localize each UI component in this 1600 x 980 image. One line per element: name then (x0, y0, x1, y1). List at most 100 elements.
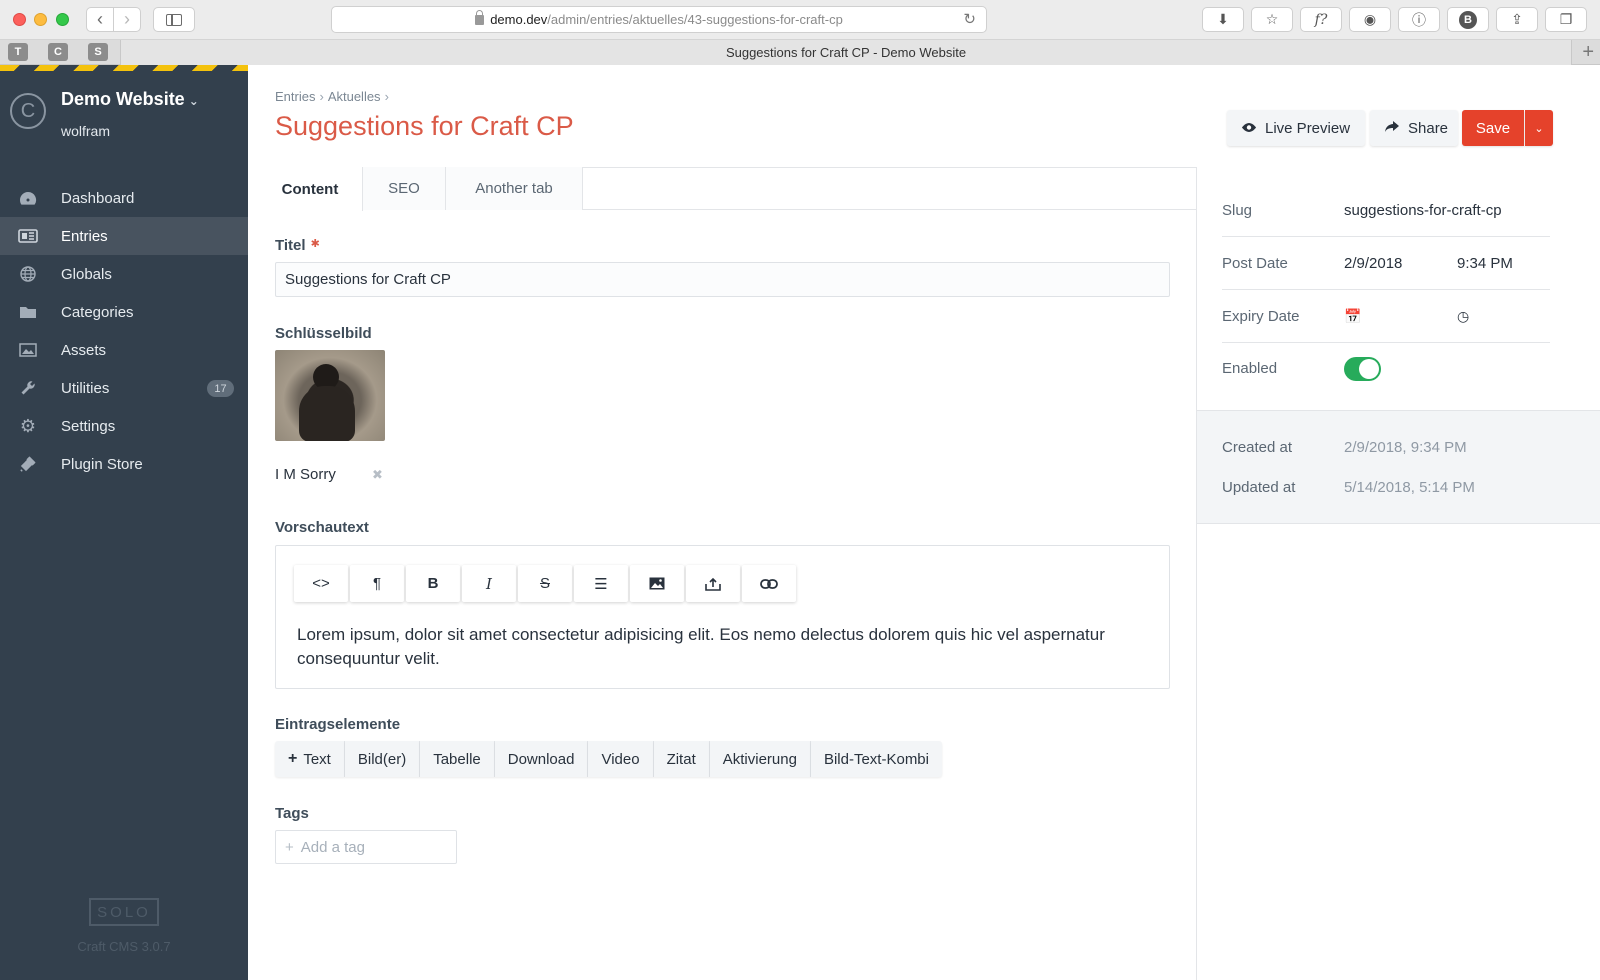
nav-item-settings[interactable]: ⚙ Settings (0, 407, 248, 445)
add-tag-input[interactable]: + Add a tag (275, 830, 457, 864)
password-manager-button[interactable]: ⓘ (1398, 7, 1440, 32)
add-table-block-button[interactable]: Tabelle (420, 741, 495, 777)
post-date-input[interactable]: 2/9/2018 (1344, 255, 1402, 272)
close-window-button[interactable] (13, 13, 26, 26)
extension-b-button[interactable]: B (1447, 7, 1489, 32)
extension-capture-button[interactable]: ◉ (1349, 7, 1391, 32)
live-preview-label: Live Preview (1265, 119, 1351, 137)
breadcrumb-entries[interactable]: Entries (275, 89, 315, 104)
breadcrumb-separator: › (319, 89, 324, 104)
updated-label: Updated at (1222, 479, 1296, 496)
required-indicator: ✱ (310, 238, 320, 250)
nav-item-dashboard[interactable]: Dashboard (0, 179, 248, 217)
add-text-block-button[interactable]: + Text (275, 741, 345, 777)
live-preview-button[interactable]: Live Preview (1227, 110, 1365, 146)
folder-icon (18, 303, 38, 321)
add-download-block-button[interactable]: Download (494, 741, 589, 777)
bookmark-button[interactable]: ☆ (1251, 7, 1293, 32)
tab-content[interactable]: Content (248, 167, 363, 211)
user-menu[interactable]: wolfram (61, 123, 110, 139)
zoom-window-button[interactable] (56, 13, 69, 26)
nav-item-categories[interactable]: Categories (0, 293, 248, 331)
extension-c-button[interactable]: C (48, 43, 68, 61)
content-tabs: Content SEO Another tab (248, 167, 1196, 211)
share-button[interactable]: Share (1370, 110, 1458, 146)
rich-text-editor: <> ¶ B I S ☰ Lorem ipsum, dolor sit amet… (275, 545, 1170, 689)
entries-icon (18, 227, 38, 245)
nav-item-assets[interactable]: Assets (0, 331, 248, 369)
link-icon[interactable] (742, 565, 796, 602)
enabled-toggle[interactable] (1344, 357, 1381, 381)
italic-icon[interactable]: I (462, 565, 516, 602)
tabs-overview-button[interactable]: ❐ (1545, 7, 1587, 32)
list-icon[interactable]: ☰ (574, 565, 628, 602)
bold-icon[interactable]: B (406, 565, 460, 602)
editor-body[interactable]: Lorem ipsum, dolor sit amet consectetur … (297, 623, 1157, 671)
url-path: /admin/entries/aktuelles/43-suggestions-… (547, 12, 843, 27)
nav-label: Entries (61, 227, 108, 245)
extension-t-button[interactable]: T (8, 43, 28, 61)
asset-thumbnail[interactable] (275, 350, 385, 441)
nav-item-utilities[interactable]: Utilities 17 (0, 369, 248, 407)
extension-s-button[interactable]: S (88, 43, 108, 61)
editor-toolbar: <> ¶ B I S ☰ (294, 565, 796, 602)
add-activation-block-button[interactable]: Aktivierung (709, 741, 811, 777)
new-tab-icon[interactable]: + (1582, 41, 1594, 64)
field-label-image: Schlüsselbild (275, 325, 372, 342)
save-options-button[interactable]: ⌄ (1525, 110, 1553, 146)
entry-timestamps: Created at 2/9/2018, 9:34 PM Updated at … (1197, 410, 1600, 524)
breadcrumb: Entries › Aktuelles › (275, 89, 393, 104)
upload-icon[interactable] (686, 565, 740, 602)
nav-item-globals[interactable]: Globals (0, 255, 248, 293)
remove-icon[interactable]: ✖ (372, 467, 383, 483)
add-images-block-button[interactable]: Bild(er) (344, 741, 421, 777)
add-quote-block-button[interactable]: Zitat (653, 741, 710, 777)
breadcrumb-aktuelles[interactable]: Aktuelles (328, 89, 381, 104)
chevron-down-icon: ⌄ (1534, 122, 1544, 135)
main-nav: Dashboard Entries Globals Categories Ass… (0, 179, 248, 483)
site-logo-icon: C (10, 93, 46, 129)
sidebar-toggle-button[interactable] (153, 7, 195, 32)
title-input[interactable]: Suggestions for Craft CP (275, 262, 1170, 297)
paragraph-icon[interactable]: ¶ (350, 565, 404, 602)
plus-icon: + (288, 750, 298, 767)
nav-label: Utilities (61, 379, 110, 397)
expiry-date-label: Expiry Date (1222, 308, 1300, 325)
calendar-icon[interactable]: 📅 (1344, 308, 1361, 325)
site-switcher[interactable]: Demo Website ⌄ (61, 89, 199, 110)
clock-icon[interactable]: ◷ (1457, 308, 1469, 325)
address-bar[interactable]: demo.dev/admin/entries/aktuelles/43-sugg… (331, 6, 987, 33)
nav-label: Plugin Store (61, 455, 143, 473)
reload-icon[interactable]: ↻ (963, 10, 976, 28)
slug-input[interactable]: suggestions-for-craft-cp (1344, 202, 1502, 219)
nav-item-entries[interactable]: Entries (0, 217, 248, 255)
forward-button[interactable]: › (113, 7, 141, 32)
updated-value: 5/14/2018, 5:14 PM (1344, 479, 1475, 496)
image-icon[interactable] (630, 565, 684, 602)
tabs-icon: ❐ (1559, 11, 1573, 27)
strikethrough-icon[interactable]: S (518, 565, 572, 602)
browser-tab[interactable]: Suggestions for Craft CP - Demo Website (120, 40, 1572, 65)
add-image-text-block-button[interactable]: Bild-Text-Kombi (810, 741, 942, 777)
nav-label: Dashboard (61, 189, 135, 207)
browser-toolbar: ‹ › demo.dev/admin/entries/aktuelles/43-… (0, 0, 1600, 40)
created-value: 2/9/2018, 9:34 PM (1344, 439, 1467, 456)
minimize-window-button[interactable] (34, 13, 47, 26)
save-button[interactable]: Save (1462, 110, 1524, 146)
code-icon[interactable]: <> (294, 565, 348, 602)
tab-another[interactable]: Another tab (446, 167, 583, 210)
share-page-button[interactable]: ⇪ (1496, 7, 1538, 32)
downloads-button[interactable]: ⬇ (1202, 7, 1244, 32)
add-video-block-button[interactable]: Video (588, 741, 654, 777)
entry-details-pane: Slug suggestions-for-craft-cp Post Date … (1196, 167, 1600, 980)
cms-version: Craft CMS 3.0.7 (77, 939, 171, 954)
back-button[interactable]: ‹ (86, 7, 114, 32)
sidebar: C Demo Website ⌄ wolfram Dashboard Entrie… (0, 65, 248, 980)
tab-seo[interactable]: SEO (363, 167, 446, 210)
share-arrow-icon (1384, 120, 1400, 137)
info-icon: ⓘ (1412, 11, 1426, 28)
post-time-input[interactable]: 9:34 PM (1457, 255, 1513, 272)
extension-fx-button[interactable]: f? (1300, 7, 1342, 32)
nav-item-plugin-store[interactable]: Plugin Store (0, 445, 248, 483)
plus-icon: + (285, 838, 294, 856)
